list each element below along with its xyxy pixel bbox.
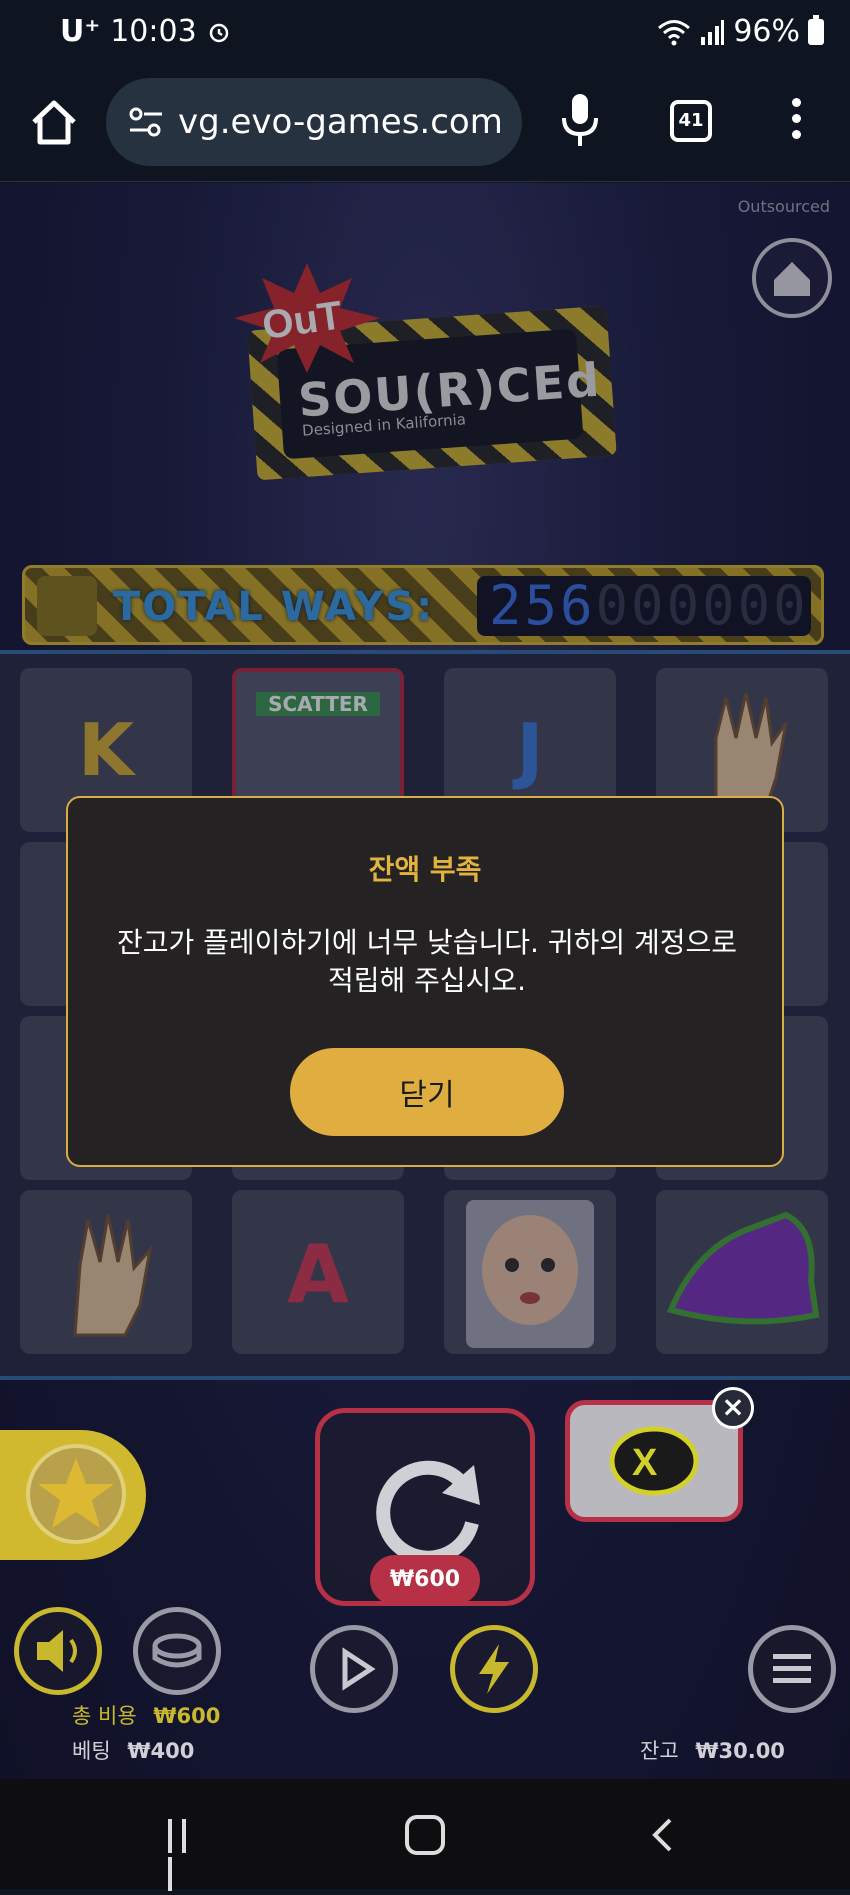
total-cost-readout: 총 비용 ₩600 — [72, 1700, 220, 1730]
tab-switcher-button[interactable]: 41 — [670, 100, 712, 142]
system-nav-bar — [0, 1779, 850, 1891]
menu-button[interactable] — [748, 1625, 836, 1713]
spin-cost-badge: ₩600 — [370, 1555, 480, 1605]
dialog-title: 잔액 부족 — [368, 853, 482, 886]
bet-x-icon: X — [609, 1426, 699, 1496]
dialog-message: 잔고가 플레이하기에 너무 낮습니다. 귀하의 계정으로 적립해 주십시오. — [116, 926, 738, 997]
microphone-icon[interactable] — [560, 92, 600, 148]
battery-icon — [808, 14, 824, 45]
browser-toolbar: vg.evo-games.com 41 — [0, 70, 850, 182]
total-cost-value: ₩600 — [153, 1704, 221, 1728]
more-menu-icon[interactable] — [786, 98, 806, 146]
recents-icon[interactable] — [168, 1819, 208, 1891]
coin-button[interactable] — [133, 1607, 221, 1695]
signal-icon — [701, 19, 725, 45]
alarm-icon — [209, 23, 228, 42]
wifi-icon — [658, 19, 691, 45]
clock: 10:03 — [110, 14, 197, 49]
balance-readout: 잔고 ₩30.00 — [640, 1735, 785, 1765]
star-icon — [38, 1458, 114, 1528]
feature-star-button[interactable] — [0, 1430, 146, 1560]
play-icon — [342, 1647, 376, 1691]
bet-readout: 베팅 ₩400 — [72, 1735, 194, 1765]
turbo-button[interactable] — [450, 1625, 538, 1713]
insufficient-balance-dialog: 잔액 부족 잔고가 플레이하기에 너무 낮습니다. 귀하의 계정으로 적립해 주… — [66, 796, 784, 1167]
total-cost-label: 총 비용 — [72, 1704, 137, 1728]
site-settings-icon[interactable] — [126, 102, 166, 142]
address-bar[interactable]: vg.evo-games.com — [106, 78, 522, 166]
balance-label: 잔고 — [640, 1739, 679, 1763]
bet-value: ₩400 — [127, 1739, 195, 1763]
speaker-icon — [37, 1630, 77, 1672]
back-icon[interactable] — [650, 1817, 674, 1853]
bet-label: 베팅 — [72, 1739, 111, 1763]
close-button[interactable]: 닫기 — [290, 1048, 564, 1136]
status-left: U⁺ 10:03 — [60, 14, 231, 49]
nav-home-icon[interactable] — [405, 1815, 445, 1855]
status-bar: U⁺ 10:03 96% — [0, 0, 850, 70]
control-panel: ₩600 X × 총 비용 ₩600 베팅 ₩400 잔고 ₩30.00 — [0, 1380, 850, 1779]
battery-percent: 96% — [733, 14, 800, 49]
svg-text:X: X — [632, 1442, 658, 1484]
autoplay-button[interactable] — [310, 1625, 398, 1713]
coins-icon — [152, 1633, 202, 1668]
status-right: 96% — [657, 14, 824, 49]
carrier-label: U⁺ — [60, 14, 101, 49]
sound-button[interactable] — [14, 1607, 102, 1695]
hamburger-icon — [773, 1654, 811, 1683]
balance-value: ₩30.00 — [695, 1739, 785, 1763]
url-text[interactable]: vg.evo-games.com — [178, 102, 513, 142]
lightning-icon — [479, 1644, 509, 1694]
home-icon[interactable] — [28, 96, 80, 148]
close-bonus-bet-button[interactable]: × — [712, 1387, 754, 1429]
spin-icon — [376, 1460, 480, 1565]
